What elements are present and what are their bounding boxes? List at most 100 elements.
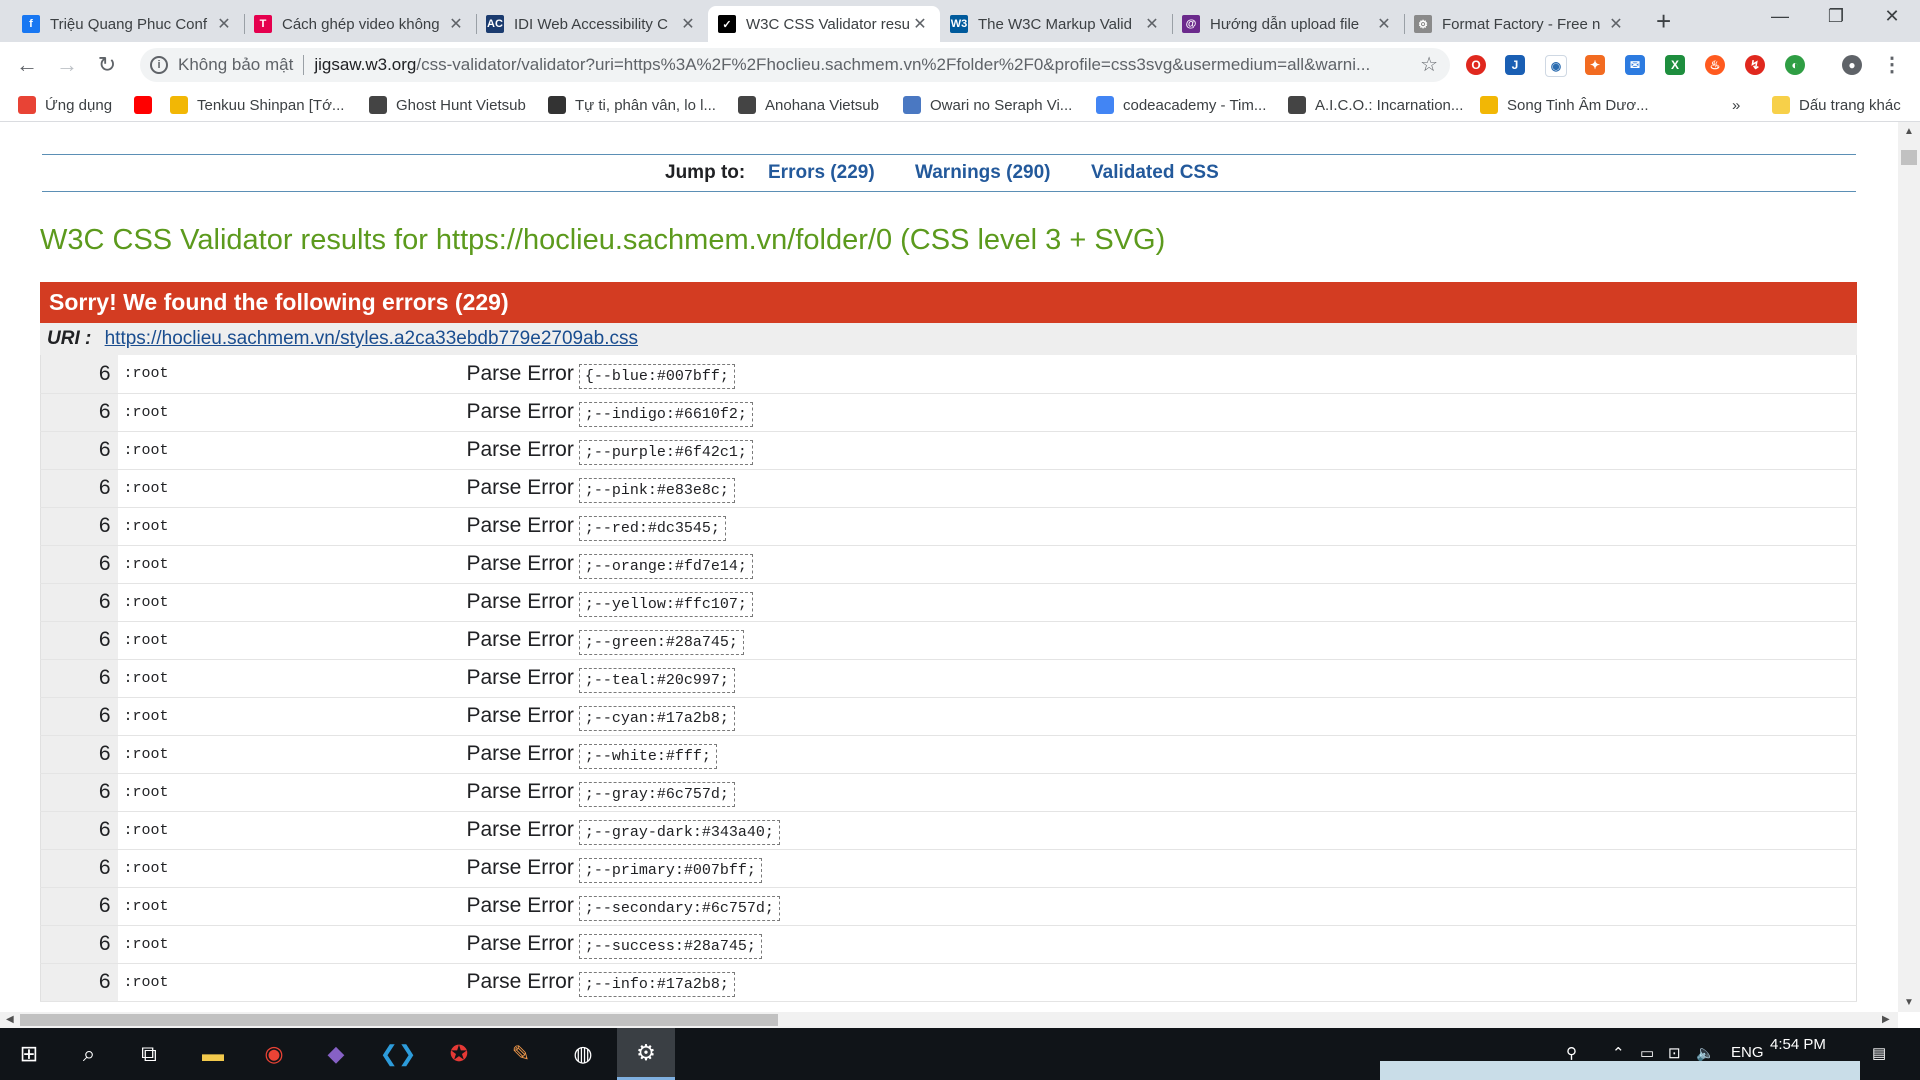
vertical-scrollbar[interactable]: ▲ ▼ [1898,122,1920,1012]
url-host[interactable]: jigsaw.w3.org [314,55,416,75]
clock[interactable]: 4:54 PM [1770,1036,1826,1053]
browser-toolbar: ← → ↻ i Không bảo mật jigsaw.w3.org /css… [0,42,1920,88]
url-path[interactable]: /css-validator/validator?uri=https%3A%2F… [416,55,1376,75]
minimize-button[interactable]: — [1752,6,1808,27]
garena-icon[interactable]: ✪ [430,1028,488,1080]
security-label[interactable]: Không bảo mật [178,55,293,75]
maximize-button[interactable]: ❐ [1808,6,1864,27]
bookmark-item[interactable]: Ghost Hunt Vietsub [369,94,526,116]
back-button[interactable]: ← [12,50,42,80]
browser-tab[interactable]: f Triệu Quang Phuc Conf ✕ [12,6,244,42]
error-context: :root [117,697,447,736]
close-tab-icon[interactable]: ✕ [214,14,234,34]
scroll-up-icon[interactable]: ▲ [1904,126,1914,137]
browser-tab[interactable]: T Cách ghép video không ✕ [244,6,476,42]
error-code-snippet: ;--orange:#fd7e14; [578,554,753,579]
vertical-scroll-thumb[interactable] [1901,150,1917,165]
paint-icon[interactable]: ✎ [492,1028,550,1080]
volume-icon[interactable]: 🔈 [1696,1044,1715,1062]
bookmark-star-icon[interactable]: ☆ [1420,52,1438,77]
browser-tab[interactable]: ⚙ Format Factory - Free n ✕ [1404,6,1636,42]
error-message: Parse Error ;--yellow:#ffc107; [446,583,1857,622]
scroll-down-icon[interactable]: ▼ [1904,997,1914,1008]
reload-button[interactable]: ↻ [92,50,122,80]
close-tab-icon[interactable]: ✕ [1374,14,1394,34]
close-window-button[interactable]: ✕ [1864,6,1920,27]
error-row: 6:root Parse Error ;--orange:#fd7e14; [40,545,1857,584]
chrome-icon[interactable]: ◉ [245,1028,303,1080]
fox-extension-icon[interactable]: ✦ [1585,55,1605,75]
fire-extension-icon[interactable]: ♨ [1705,55,1725,75]
file-explorer-icon[interactable]: ▬ [184,1028,242,1080]
task-view-icon[interactable]: ⧉ [120,1028,178,1080]
uri-label: URI : [47,328,92,349]
network-icon[interactable]: ⊡ [1668,1044,1681,1062]
language-indicator[interactable]: ENG [1731,1044,1764,1061]
bookmark-item[interactable]: Tenkuu Shinpan [Tớ... [170,94,344,116]
other-bookmarks[interactable]: Dấu trang khác [1772,94,1901,116]
mail-extension-icon[interactable]: ✉ [1625,55,1645,75]
bookmark-label: Anohana Vietsub [765,96,879,114]
windows-start-icon[interactable]: ⊞ [0,1028,58,1080]
error-row: 6:root Parse Error ;--cyan:#17a2b8; [40,697,1857,736]
scroll-right-icon[interactable]: ▶ [1882,1014,1890,1025]
bookmark-item[interactable]: Owari no Seraph Vi... [903,94,1072,116]
notification-icon[interactable]: ▤ [1872,1044,1886,1062]
forward-button[interactable]: → [52,50,82,80]
error-line-number: 6 [40,849,118,888]
excel-extension-icon[interactable]: X [1665,55,1685,75]
people-icon[interactable]: ⚲ [1566,1044,1577,1062]
bookmark-item[interactable]: codeacademy - Tim... [1096,94,1266,116]
globe-extension-icon[interactable]: ◐ [1785,55,1805,75]
menu-kebab-icon[interactable]: ⋮ [1882,55,1902,75]
bookmarks-overflow-button[interactable]: » [1732,94,1740,116]
error-code-snippet: ;--green:#28a745; [578,630,744,655]
red-extension-icon[interactable]: ↯ [1745,55,1765,75]
tab-title: Triệu Quang Phuc Conf [50,15,208,33]
address-bar[interactable]: i Không bảo mật jigsaw.w3.org /css-valid… [140,48,1450,82]
bookmark-item[interactable]: Tự ti, phân vân, lo l... [548,94,716,116]
visual-studio-icon[interactable]: ◆ [307,1028,365,1080]
browser-tab[interactable]: AC IDI Web Accessibility C ✕ [476,6,708,42]
info-icon[interactable]: i [150,56,168,74]
browser-tab[interactable]: W3 The W3C Markup Valid ✕ [940,6,1172,42]
horizontal-scroll-thumb[interactable] [20,1014,778,1026]
error-line-number: 6 [40,393,118,432]
bookmark-item[interactable]: Ứng dụng [18,94,112,116]
browser-tab[interactable]: @ Hướng dẫn upload file ✕ [1172,6,1404,42]
tray-expand-icon[interactable]: ⌃ [1612,1044,1625,1062]
error-context: :root [117,887,447,926]
profile-avatar[interactable]: ● [1842,55,1862,75]
new-tab-button[interactable]: + [1656,8,1671,34]
bookmark-item[interactable]: Song Tinh Âm Dươ... [1480,94,1649,116]
close-tab-icon[interactable]: ✕ [910,14,930,34]
errors-link[interactable]: Errors (229) [768,162,875,184]
vscode-icon[interactable]: ❮❯ [369,1028,427,1080]
bookmark-item[interactable] [134,94,161,116]
j-extension-icon[interactable]: J [1505,55,1525,75]
battery-icon[interactable]: ▭ [1640,1044,1654,1062]
warnings-link[interactable]: Warnings (290) [915,162,1051,184]
figure-icon [738,96,756,114]
stylesheet-link[interactable]: https://hoclieu.sachmem.vn/styles.a2ca33… [105,328,638,349]
bookmark-item[interactable]: Anohana Vietsub [738,94,879,116]
close-tab-icon[interactable]: ✕ [1606,14,1626,34]
close-tab-icon[interactable]: ✕ [678,14,698,34]
browser-tab[interactable]: ✓ W3C CSS Validator resu ✕ [708,6,940,42]
error-code-snippet: ;--teal:#20c997; [578,668,735,693]
opera-extension-icon[interactable]: O [1466,55,1486,75]
scroll-left-icon[interactable]: ◀ [6,1014,14,1025]
error-message: Parse Error ;--primary:#007bff; [446,849,1857,888]
search-icon[interactable]: ⌕ [60,1028,118,1080]
horizontal-scrollbar[interactable]: ◀ ▶ [0,1012,1898,1028]
obs-icon[interactable]: ◍ [554,1028,612,1080]
close-tab-icon[interactable]: ✕ [446,14,466,34]
error-row: 6:root Parse Error {--blue:#007bff; [40,355,1857,394]
validated-css-link[interactable]: Validated CSS [1091,162,1219,184]
bookmark-item[interactable]: A.I.C.O.: Incarnation... [1288,94,1463,116]
error-line-number: 6 [40,925,118,964]
eye-extension-icon[interactable]: ◉ [1545,55,1567,77]
format-factory-icon[interactable]: ⚙ [617,1028,675,1080]
error-context: :root [117,963,447,1002]
close-tab-icon[interactable]: ✕ [1142,14,1162,34]
